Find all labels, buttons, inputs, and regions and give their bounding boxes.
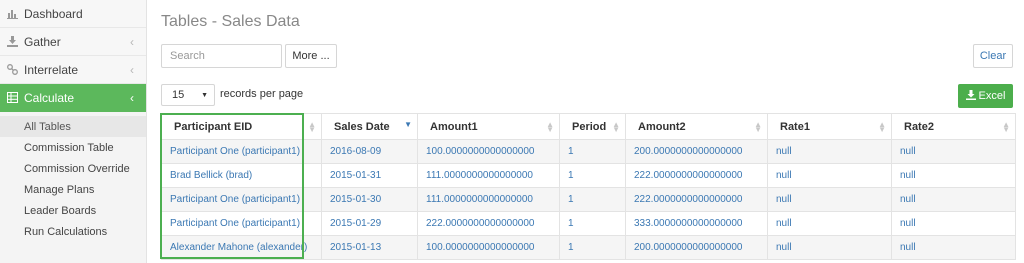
sort-icon: ▲ ▼ [612, 120, 620, 134]
cell-sales-date[interactable]: 2016-08-09 [321, 139, 418, 164]
cell-rate1[interactable]: null [767, 187, 892, 212]
page-size-select[interactable]: 15 ▼ [161, 84, 215, 106]
page-size-value: 15 [172, 89, 185, 101]
sort-icon: ▲ ▼ [878, 120, 886, 134]
cell-amount1[interactable]: 222.0000000000000000 [417, 211, 560, 236]
cell-period[interactable]: 1 [559, 163, 626, 188]
cell-amount2[interactable]: 222.0000000000000000 [625, 163, 768, 188]
sidebar-item-gather[interactable]: Gather ‹ [0, 28, 146, 56]
table-row[interactable]: Participant One (participant1) 2016-08-0… [161, 139, 1016, 164]
cell-rate2[interactable]: null [891, 211, 1016, 236]
table-row[interactable]: Participant One (participant1) 2015-01-3… [161, 187, 1016, 212]
cell-participant-eid[interactable]: Alexander Mahone (alexander) [161, 235, 322, 260]
link-icon [6, 64, 18, 76]
cell-amount2[interactable]: 200.0000000000000000 [625, 235, 768, 260]
sidebar-item-calculate[interactable]: Calculate ‹ [0, 84, 146, 112]
sort-icon: ▲ ▼ [754, 120, 762, 134]
column-header-amount1[interactable]: Amount1 ▲ ▼ [417, 113, 560, 140]
column-header-rate2[interactable]: Rate2 ▲ ▼ [891, 113, 1016, 140]
chevron-left-icon: ‹ [130, 34, 134, 49]
cell-rate2[interactable]: null [891, 187, 1016, 212]
sales-data-table: Participant EID ▲ ▼ Sales Date ▼ Amount1 ▲ ▼ … [161, 113, 1016, 260]
cell-amount1[interactable]: 111.0000000000000000 [417, 187, 560, 212]
table-row[interactable]: Alexander Mahone (alexander) 2015-01-13 … [161, 235, 1016, 260]
records-per-page-label: records per page [220, 88, 304, 100]
submenu-item-manage-plans[interactable]: Manage Plans [0, 179, 146, 200]
sidebar-item-label: Gather [24, 34, 61, 49]
cell-participant-eid[interactable]: Participant One (participant1) [161, 187, 322, 212]
sidebar-item-dashboard[interactable]: Dashboard [0, 0, 146, 28]
cell-sales-date[interactable]: 2015-01-29 [321, 211, 418, 236]
cell-period[interactable]: 1 [559, 187, 626, 212]
cell-amount2[interactable]: 200.0000000000000000 [625, 139, 768, 164]
cell-amount2[interactable]: 333.0000000000000000 [625, 211, 768, 236]
column-header-sales-date[interactable]: Sales Date ▼ [321, 113, 418, 140]
table-header-row: Participant EID ▲ ▼ Sales Date ▼ Amount1 ▲ ▼ … [161, 113, 1016, 140]
table-row[interactable]: Brad Bellick (brad) 2015-01-31 111.00000… [161, 163, 1016, 188]
cell-sales-date[interactable]: 2015-01-13 [321, 235, 418, 260]
download-icon [6, 36, 18, 48]
cell-amount1[interactable]: 111.0000000000000000 [417, 163, 560, 188]
more-button[interactable]: More ... [285, 44, 337, 68]
cell-rate1[interactable]: null [767, 139, 892, 164]
cell-amount2[interactable]: 222.0000000000000000 [625, 187, 768, 212]
column-header-rate1[interactable]: Rate1 ▲ ▼ [767, 113, 892, 140]
cell-rate2[interactable]: null [891, 163, 1016, 188]
cell-period[interactable]: 1 [559, 211, 626, 236]
sidebar: Dashboard Gather ‹ Interrelate ‹ Calcula… [0, 0, 147, 263]
cell-rate1[interactable]: null [767, 235, 892, 260]
sort-icon: ▲ ▼ [546, 120, 554, 134]
sort-icon: ▲ ▼ [308, 120, 316, 134]
sidebar-item-label: Dashboard [24, 6, 83, 21]
table-icon [6, 92, 18, 104]
cell-participant-eid[interactable]: Brad Bellick (brad) [161, 163, 322, 188]
column-header-period[interactable]: Period ▲ ▼ [559, 113, 626, 140]
sidebar-item-interrelate[interactable]: Interrelate ‹ [0, 56, 146, 84]
clear-button[interactable]: Clear [973, 44, 1013, 68]
excel-export-button[interactable]: Excel [958, 84, 1013, 108]
chevron-left-icon: ‹ [130, 62, 134, 77]
submenu-item-leader-boards[interactable]: Leader Boards [0, 200, 146, 221]
cell-amount1[interactable]: 100.0000000000000000 [417, 139, 560, 164]
cell-participant-eid[interactable]: Participant One (participant1) [161, 211, 322, 236]
cell-period[interactable]: 1 [559, 139, 626, 164]
search-input[interactable] [161, 44, 282, 68]
cell-rate2[interactable]: null [891, 139, 1016, 164]
sidebar-item-label: Calculate [24, 90, 75, 105]
sort-icon: ▲ ▼ [1002, 120, 1010, 134]
submenu-item-run-calculations[interactable]: Run Calculations [0, 221, 146, 242]
cell-period[interactable]: 1 [559, 235, 626, 260]
column-header-participant-eid[interactable]: Participant EID ▲ ▼ [161, 113, 322, 140]
chevron-left-icon: ‹ [130, 90, 134, 105]
cell-rate2[interactable]: null [891, 235, 1016, 260]
sidebar-item-label: Interrelate [24, 62, 79, 77]
cell-sales-date[interactable]: 2015-01-30 [321, 187, 418, 212]
submenu-item-commission-table[interactable]: Commission Table [0, 137, 146, 158]
download-icon [965, 89, 976, 103]
excel-label: Excel [978, 90, 1006, 102]
table-row[interactable]: Participant One (participant1) 2015-01-2… [161, 211, 1016, 236]
calculate-submenu: All Tables Commission Table Commission O… [0, 112, 146, 242]
cell-rate1[interactable]: null [767, 211, 892, 236]
cell-rate1[interactable]: null [767, 163, 892, 188]
page-title: Tables - Sales Data [161, 13, 300, 30]
sort-desc-icon: ▼ [404, 120, 412, 129]
cell-participant-eid[interactable]: Participant One (participant1) [161, 139, 322, 164]
caret-down-icon: ▼ [201, 92, 208, 99]
submenu-item-commission-override[interactable]: Commission Override [0, 158, 146, 179]
submenu-item-all-tables[interactable]: All Tables [0, 116, 146, 137]
cell-amount1[interactable]: 100.0000000000000000 [417, 235, 560, 260]
column-header-amount2[interactable]: Amount2 ▲ ▼ [625, 113, 768, 140]
cell-sales-date[interactable]: 2015-01-31 [321, 163, 418, 188]
bar-chart-icon [6, 8, 18, 20]
